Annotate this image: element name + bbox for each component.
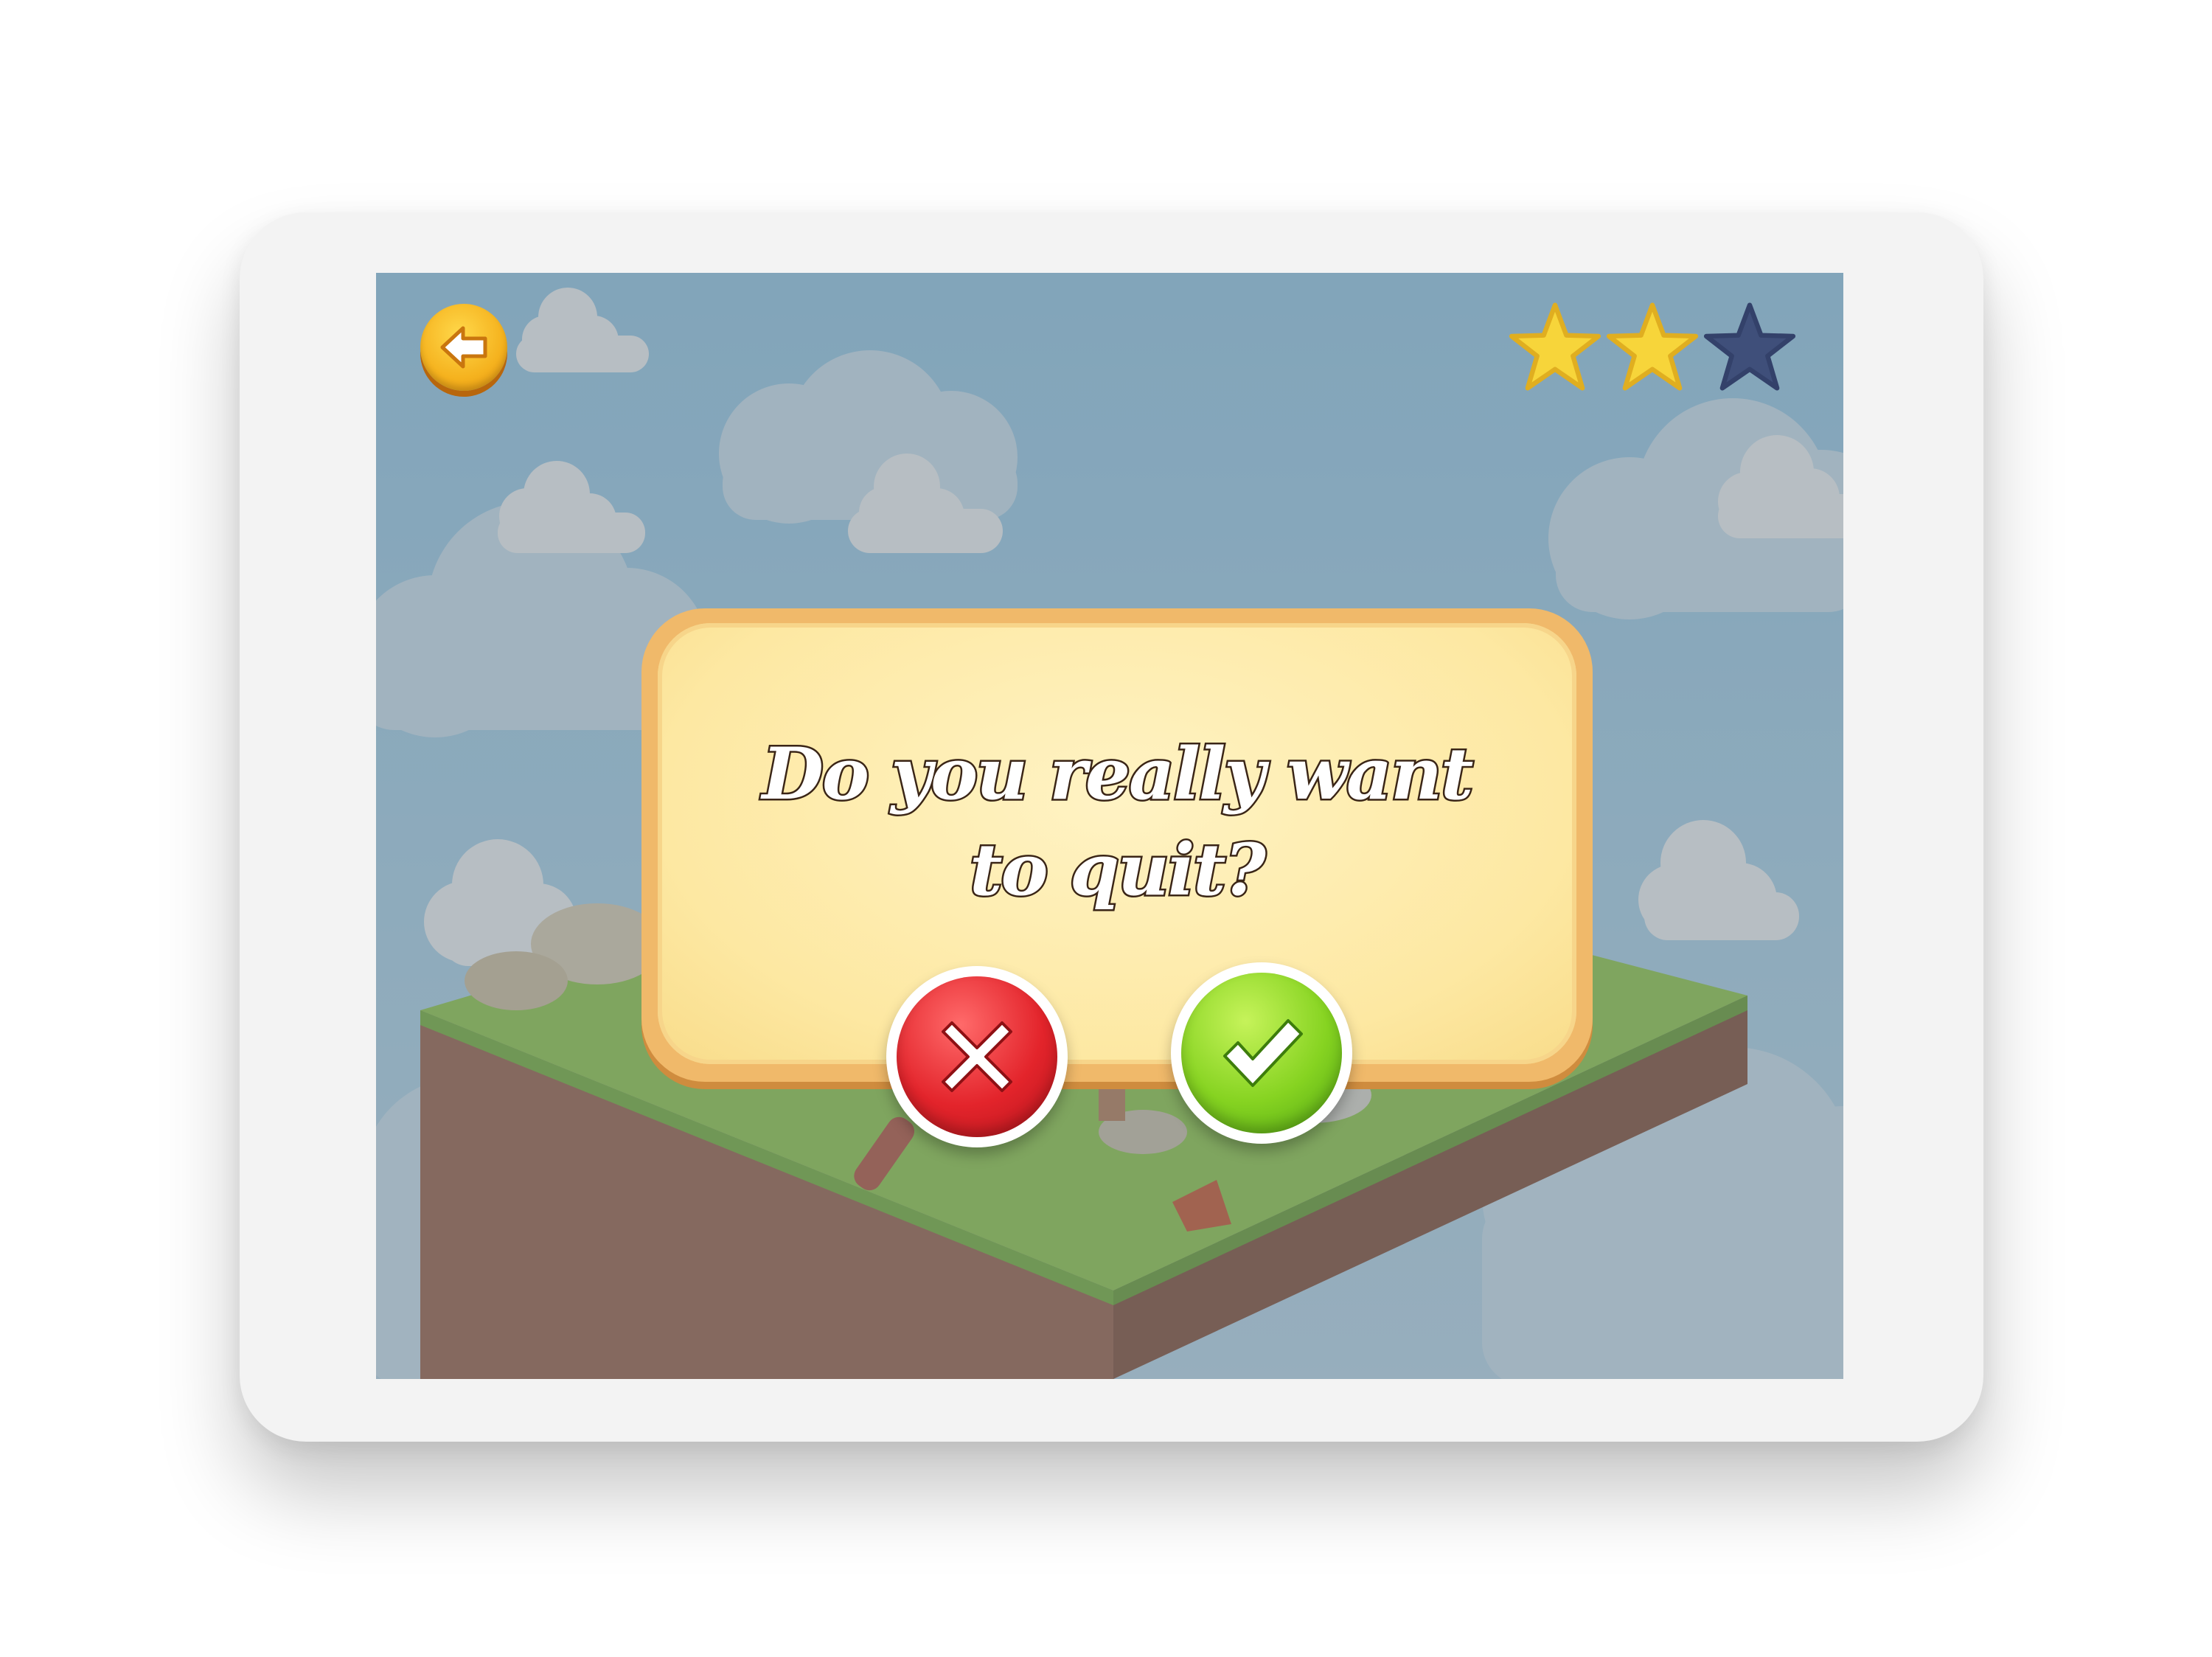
star-icon xyxy=(1509,302,1601,391)
star-icon xyxy=(1606,302,1699,391)
dialog-message-line1: Do you really want xyxy=(760,731,1475,818)
star-rating xyxy=(1508,301,1803,404)
arrow-left-icon xyxy=(440,326,487,369)
star-icon xyxy=(1703,302,1796,391)
game-screen: Do you really want to quit? xyxy=(376,273,1843,1379)
dialog-message: Do you really want to quit? xyxy=(658,726,1576,918)
dialog-panel: Do you really want to quit? xyxy=(658,623,1576,1064)
back-button[interactable] xyxy=(420,304,507,391)
check-icon xyxy=(1223,1019,1303,1087)
confirm-button[interactable] xyxy=(1171,962,1352,1144)
cancel-button[interactable] xyxy=(886,966,1068,1147)
quit-dialog: Do you really want to quit? xyxy=(641,608,1593,1082)
x-icon xyxy=(942,1021,1012,1092)
dialog-message-line2: to quit? xyxy=(968,827,1268,914)
